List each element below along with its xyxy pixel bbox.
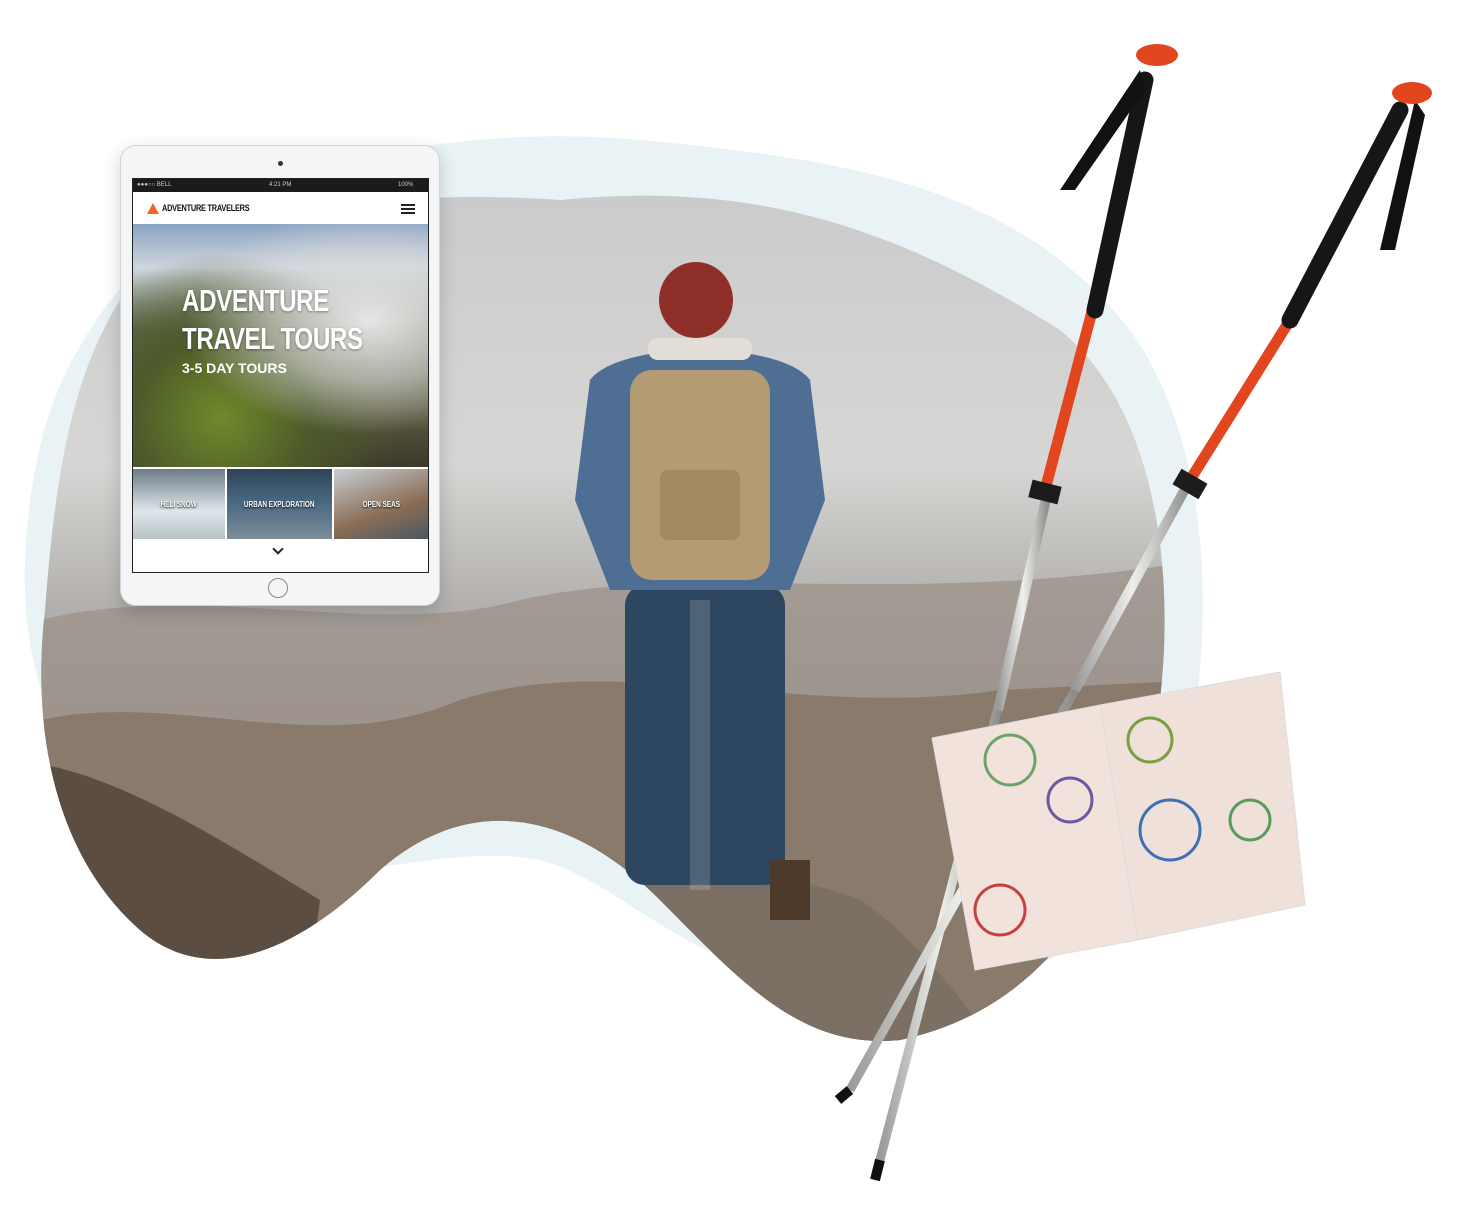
tile-heli-snow[interactable]: HELI SNOW [133,469,225,539]
tile-open-seas[interactable]: OPEN SEAS [334,469,428,539]
tablet-device: ●●●○○ BELL 4:21 PM 100% ADVENTURE TRAVEL… [120,145,440,606]
brand-name[interactable]: ADVENTURE TRAVELERS [162,203,250,213]
tile-label: HELI SNOW [160,499,198,509]
status-bar: ●●●○○ BELL 4:21 PM 100% [133,179,428,192]
tile-urban-exploration[interactable]: URBAN EXPLORATION [227,469,332,539]
hamburger-icon[interactable] [401,204,415,214]
carrier: ●●●○○ BELL [137,182,172,188]
clock: 4:21 PM [269,182,292,188]
orange-triangle-icon [147,203,159,214]
hero-subtitle: 3-5 DAY TOURS [182,360,287,376]
camera-icon [278,161,283,166]
category-tiles: HELI SNOW URBAN EXPLORATION OPEN SEAS [133,469,428,539]
hero-title: ADVENTURE TRAVEL TOURS [182,282,363,358]
tile-label: OPEN SEAS [362,499,400,509]
hero-banner: ADVENTURE TRAVEL TOURS 3-5 DAY TOURS [133,224,428,467]
home-button[interactable] [268,578,288,598]
tile-label: URBAN EXPLORATION [244,499,315,509]
battery: 100% [398,182,414,188]
site-header: ADVENTURE TRAVELERS [133,192,428,224]
chevron-down-icon[interactable] [272,543,284,555]
tablet-screen: ●●●○○ BELL 4:21 PM 100% ADVENTURE TRAVEL… [132,178,429,573]
hero-title-line1: ADVENTURE [182,283,329,318]
hero-title-line2: TRAVEL TOURS [182,321,363,356]
